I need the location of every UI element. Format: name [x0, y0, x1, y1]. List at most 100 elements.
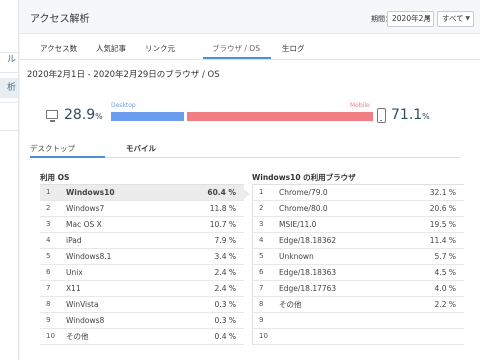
main-content: アクセス解析 期間： 2020年2月 ▼ すべて ▼ アクセス数 人気記事 リン… — [20, 0, 480, 360]
desktop-label: Desktop — [111, 102, 136, 109]
mobile-bar — [187, 112, 373, 121]
table-row[interactable]: 7 X11 2.4 % — [40, 281, 244, 297]
sidebar-item-active[interactable]: 析 — [0, 78, 18, 98]
row-name: Edge/18.17763 — [279, 284, 337, 293]
row-percent: 7.9 % — [214, 236, 236, 245]
scope-select-value: すべて — [442, 14, 464, 23]
table-row[interactable]: 4 iPad 7.9 % — [40, 233, 244, 249]
row-percent: 2.4 % — [214, 268, 236, 277]
selection-arrow — [244, 189, 250, 199]
row-percent: 4.5 % — [434, 268, 456, 277]
table-row[interactable]: 5 Windows8.1 3.4 % — [40, 249, 244, 265]
table-row[interactable]: 8 その他 2.2 % — [253, 297, 464, 313]
row-rank: 9 — [46, 316, 51, 324]
smartphone-icon — [377, 108, 386, 123]
row-rank: 10 — [46, 332, 55, 340]
row-name: Edge/18.18362 — [279, 236, 337, 245]
active-tab-indicator — [203, 57, 271, 59]
browser-table: 1 Chrome/79.0 32.1 % 2 Chrome/80.0 20.6 % 3 MSI… — [252, 184, 464, 345]
table-row[interactable]: 3 Mac OS X 10.7 % — [40, 217, 244, 233]
sidebar-item-1[interactable]: ル — [0, 50, 18, 70]
table-row[interactable]: 7 Edge/18.17763 4.0 % — [253, 281, 464, 297]
table-row[interactable]: 1 Windows10 60.4 % — [40, 185, 244, 201]
row-name: MSIE/11.0 — [279, 220, 317, 229]
period-select[interactable]: 2020年2月 ▼ — [387, 11, 434, 27]
chevron-down-icon: ▼ — [425, 15, 430, 22]
row-percent: 19.5 % — [429, 220, 456, 229]
row-percent: 32.1 % — [429, 188, 456, 197]
row-name: Windows8 — [66, 316, 105, 325]
row-percent: 0.4 % — [214, 332, 236, 341]
row-rank: 6 — [259, 268, 264, 276]
row-percent: 0.3 % — [214, 316, 236, 325]
scope-select[interactable]: すべて ▼ — [437, 11, 474, 27]
row-name: X11 — [66, 284, 81, 293]
row-percent: 3.4 % — [214, 252, 236, 261]
header-bar: アクセス解析 期間： 2020年2月 ▼ すべて ▼ — [20, 0, 480, 34]
os-table: 1 Windows10 60.4 % 2 Windows7 11.8 % 3 Mac OS X… — [40, 184, 244, 345]
desktop-percent: 28.9% — [64, 107, 103, 123]
row-name: その他 — [66, 332, 89, 341]
row-percent: 5.7 % — [434, 252, 456, 261]
row-rank: 10 — [259, 332, 268, 340]
chevron-down-icon: ▼ — [465, 15, 470, 22]
row-rank: 3 — [259, 220, 264, 228]
sidebar-divider — [0, 130, 18, 131]
tab-access-count[interactable]: アクセス数 — [40, 43, 77, 54]
table-row[interactable]: 10 — [253, 329, 464, 345]
row-percent: 10.7 % — [209, 220, 236, 229]
row-name: Unknown — [279, 252, 314, 261]
tab-browser-os[interactable]: ブラウザ / OS — [212, 43, 260, 54]
row-percent: 60.4 % — [207, 188, 236, 197]
percent-unit: % — [95, 112, 103, 121]
table-row[interactable]: 4 Edge/18.18362 11.4 % — [253, 233, 464, 249]
table-row[interactable]: 8 WinVista 0.3 % — [40, 297, 244, 313]
table-row[interactable]: 1 Chrome/79.0 32.1 % — [253, 185, 464, 201]
row-rank: 5 — [46, 252, 51, 260]
sidebar: ル 析 — [0, 0, 19, 360]
table-row[interactable]: 9 Windows8 0.3 % — [40, 313, 244, 329]
row-percent: 2.2 % — [434, 300, 456, 309]
row-percent: 11.8 % — [209, 204, 236, 213]
row-rank: 8 — [259, 300, 264, 308]
row-name: その他 — [279, 300, 302, 309]
tab-referrer[interactable]: リンク元 — [145, 43, 175, 54]
row-rank: 4 — [46, 236, 51, 244]
row-percent: 0.3 % — [214, 300, 236, 309]
page-title: アクセス解析 — [30, 14, 90, 25]
browser-panel-title: Windows10 の利用ブラウザ — [252, 173, 356, 182]
os-panel-title: 利用 OS — [40, 173, 70, 182]
table-row[interactable]: 3 MSIE/11.0 19.5 % — [253, 217, 464, 233]
device-ratio: 28.9% Desktop Mobile 71.1% — [20, 100, 480, 130]
table-row[interactable]: 2 Windows7 11.8 % — [40, 201, 244, 217]
row-percent: 2.4 % — [214, 284, 236, 293]
table-row[interactable]: 10 その他 0.4 % — [40, 329, 244, 345]
row-rank: 5 — [259, 252, 264, 260]
row-rank: 7 — [259, 284, 264, 292]
row-rank: 2 — [46, 204, 51, 212]
active-subtab-indicator — [30, 156, 105, 158]
row-name: iPad — [66, 236, 82, 245]
tab-popular-articles[interactable]: 人気記事 — [96, 43, 126, 54]
subtab-mobile[interactable]: モバイル — [126, 143, 156, 154]
row-rank: 2 — [259, 204, 264, 212]
table-row[interactable]: 6 Unix 2.4 % — [40, 265, 244, 281]
tab-raw-log[interactable]: 生ログ — [282, 43, 305, 54]
row-rank: 7 — [46, 284, 51, 292]
table-row[interactable]: 6 Edge/18.18363 4.5 % — [253, 265, 464, 281]
row-rank: 4 — [259, 236, 264, 244]
row-rank: 9 — [259, 316, 264, 324]
row-rank: 1 — [259, 188, 264, 196]
row-rank: 3 — [46, 220, 51, 228]
percent-unit: % — [422, 112, 430, 121]
row-rank: 1 — [46, 188, 51, 196]
row-name: Windows8.1 — [66, 252, 112, 261]
sidebar-divider — [0, 102, 18, 103]
table-row[interactable]: 2 Chrome/80.0 20.6 % — [253, 201, 464, 217]
row-name: Edge/18.18363 — [279, 268, 337, 277]
row-name: Chrome/80.0 — [279, 204, 328, 213]
table-row[interactable]: 9 — [253, 313, 464, 329]
table-row[interactable]: 5 Unknown 5.7 % — [253, 249, 464, 265]
sidebar-item-label: ル — [6, 55, 16, 65]
subtab-desktop[interactable]: デスクトップ — [30, 143, 75, 154]
